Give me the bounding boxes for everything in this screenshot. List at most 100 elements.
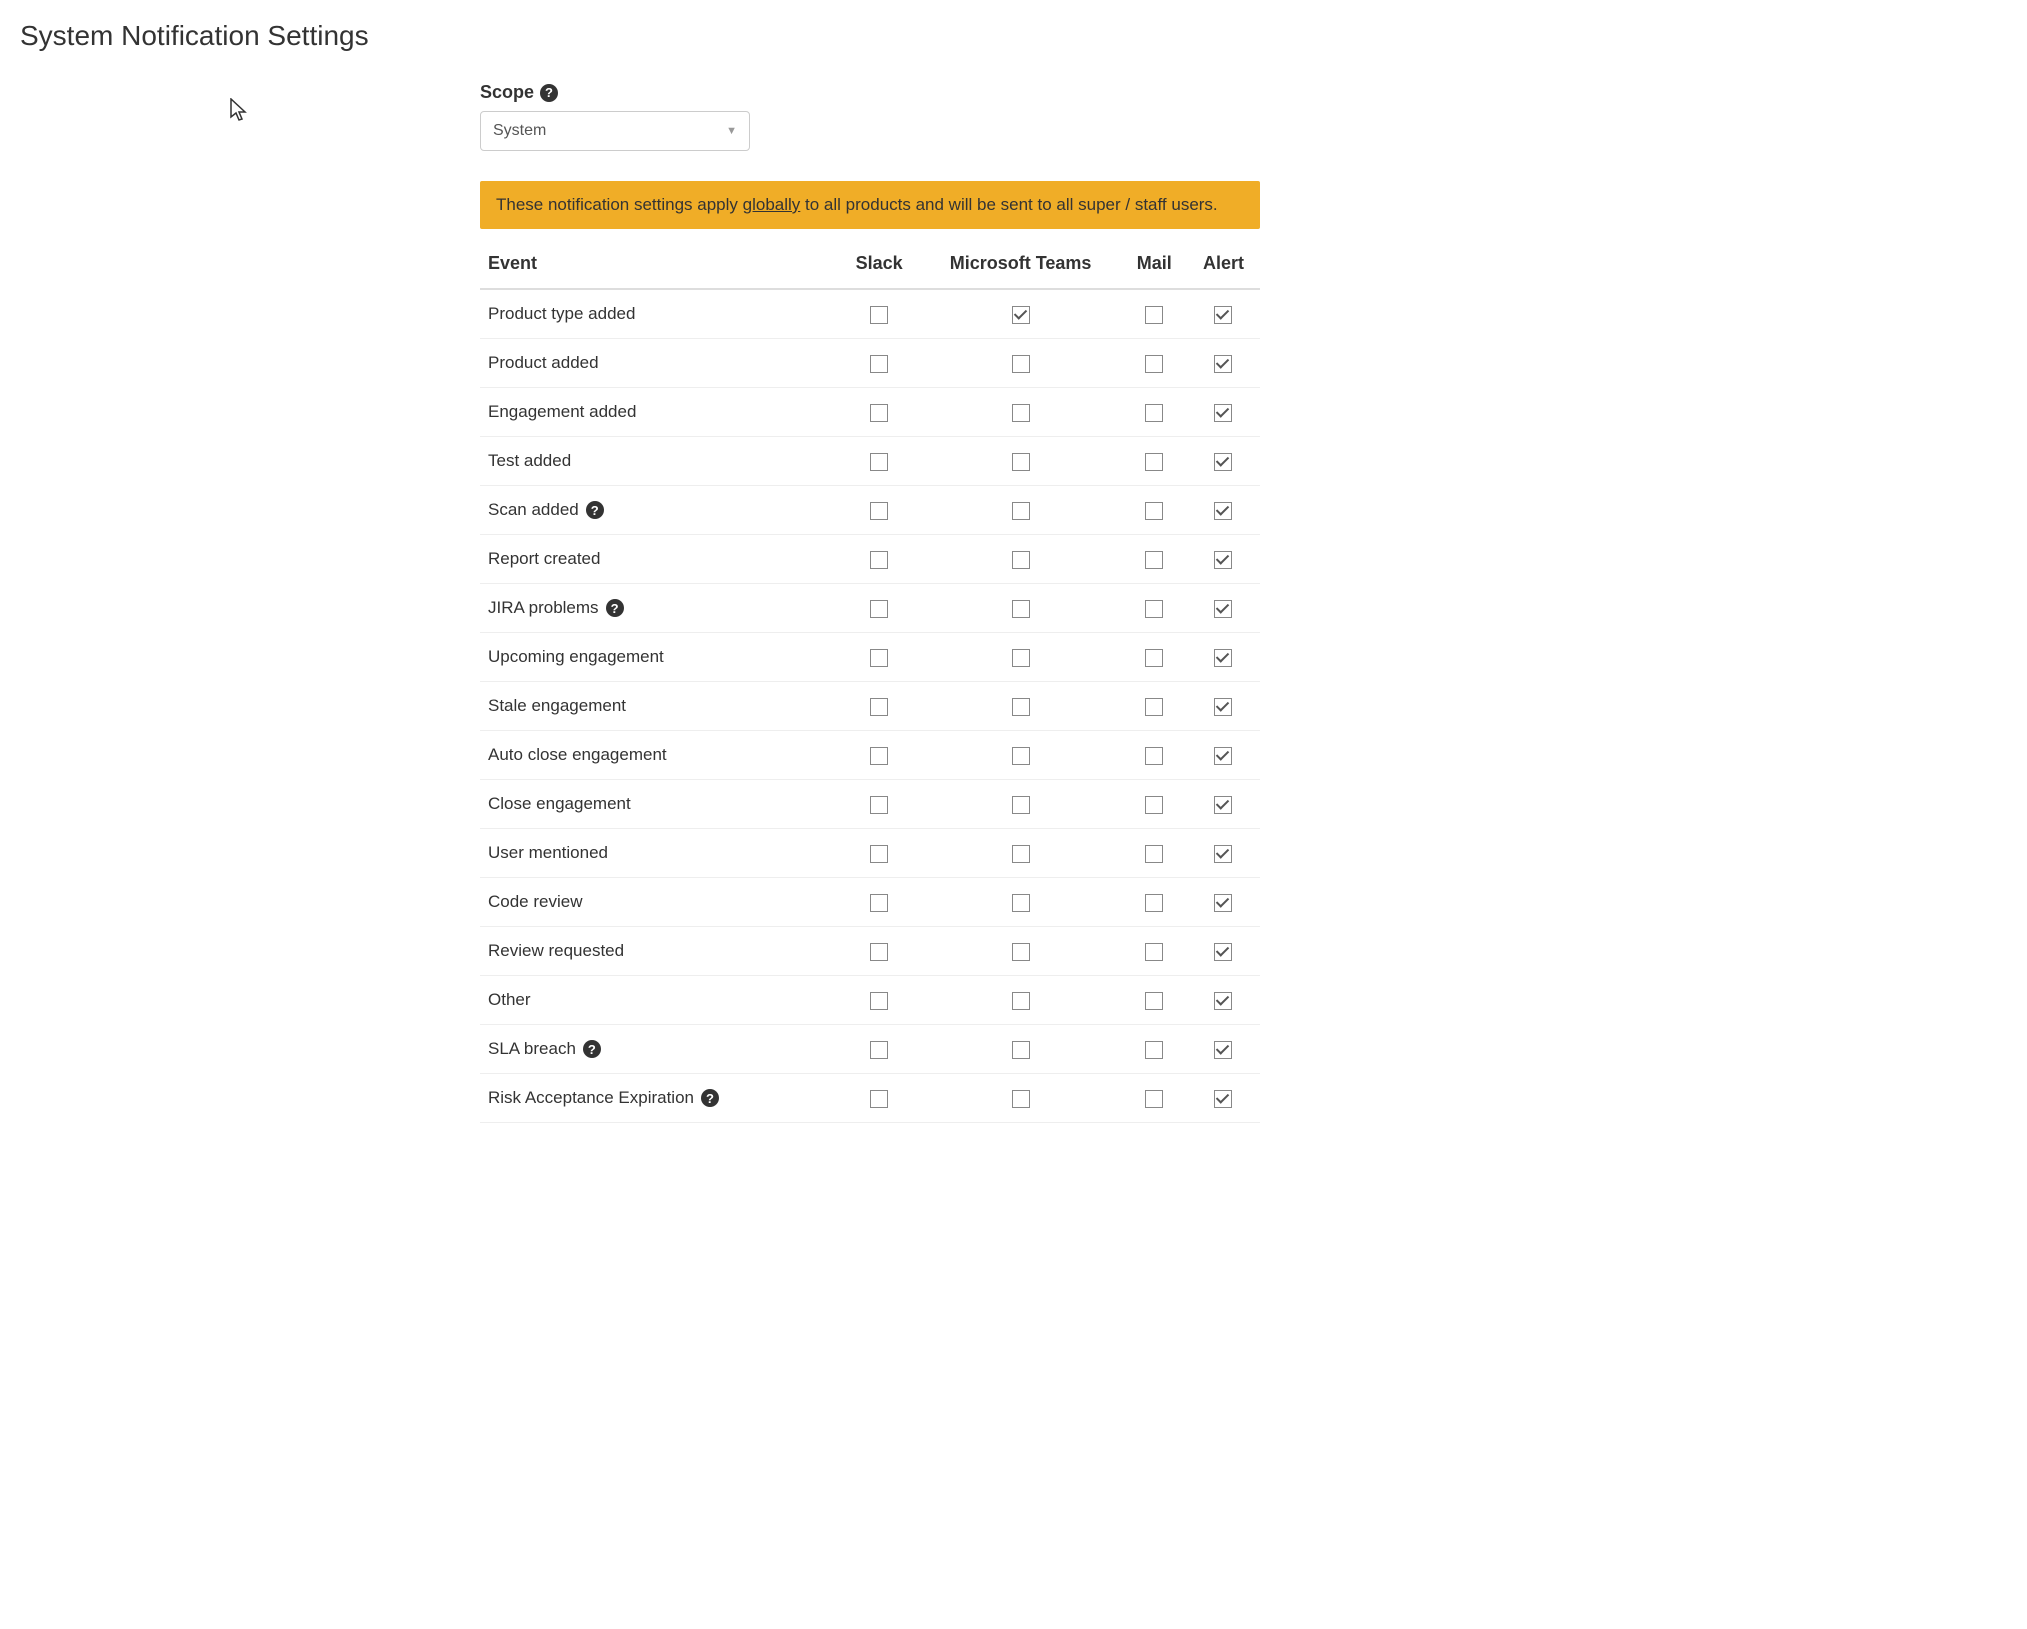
checkbox-alert[interactable]	[1214, 845, 1232, 863]
checkbox-teams[interactable]	[1012, 600, 1030, 618]
checkbox-alert[interactable]	[1214, 796, 1232, 814]
check-cell-alert	[1187, 878, 1260, 927]
checkbox-alert[interactable]	[1214, 453, 1232, 471]
event-cell: Upcoming engagement	[480, 633, 839, 682]
event-help-icon[interactable]: ?	[606, 599, 624, 617]
checkbox-alert[interactable]	[1214, 306, 1232, 324]
checkbox-mail[interactable]	[1145, 992, 1163, 1010]
checkbox-slack[interactable]	[870, 502, 888, 520]
checkbox-slack[interactable]	[870, 747, 888, 765]
checkbox-mail[interactable]	[1145, 551, 1163, 569]
checkbox-teams[interactable]	[1012, 404, 1030, 422]
checkbox-mail[interactable]	[1145, 355, 1163, 373]
checkbox-mail[interactable]	[1145, 600, 1163, 618]
checkbox-teams[interactable]	[1012, 453, 1030, 471]
checkbox-slack[interactable]	[870, 796, 888, 814]
check-cell-mail	[1122, 682, 1187, 731]
scope-help-icon[interactable]: ?	[540, 84, 558, 102]
checkbox-slack[interactable]	[870, 1041, 888, 1059]
checkbox-mail[interactable]	[1145, 404, 1163, 422]
checkbox-slack[interactable]	[870, 453, 888, 471]
table-row: Product type added	[480, 289, 1260, 339]
checkbox-slack[interactable]	[870, 943, 888, 961]
checkbox-mail[interactable]	[1145, 649, 1163, 667]
check-cell-mail	[1122, 289, 1187, 339]
event-label: SLA breach	[488, 1039, 576, 1059]
checkbox-teams[interactable]	[1012, 992, 1030, 1010]
checkbox-mail[interactable]	[1145, 943, 1163, 961]
checkbox-mail[interactable]	[1145, 796, 1163, 814]
checkbox-mail[interactable]	[1145, 1041, 1163, 1059]
checkbox-mail[interactable]	[1145, 698, 1163, 716]
checkbox-teams[interactable]	[1012, 894, 1030, 912]
checkbox-alert[interactable]	[1214, 551, 1232, 569]
checkbox-teams[interactable]	[1012, 306, 1030, 324]
checkbox-teams[interactable]	[1012, 796, 1030, 814]
checkbox-teams[interactable]	[1012, 698, 1030, 716]
checkbox-alert[interactable]	[1214, 698, 1232, 716]
chevron-down-icon: ▼	[726, 125, 737, 137]
checkbox-mail[interactable]	[1145, 747, 1163, 765]
check-cell-slack	[839, 682, 920, 731]
checkbox-slack[interactable]	[870, 894, 888, 912]
checkbox-teams[interactable]	[1012, 1090, 1030, 1108]
checkbox-slack[interactable]	[870, 698, 888, 716]
checkbox-teams[interactable]	[1012, 649, 1030, 667]
banner-text-suffix: to all products and will be sent to all …	[800, 195, 1217, 214]
checkbox-alert[interactable]	[1214, 894, 1232, 912]
checkbox-slack[interactable]	[870, 992, 888, 1010]
checkbox-teams[interactable]	[1012, 551, 1030, 569]
checkbox-slack[interactable]	[870, 355, 888, 373]
checkbox-slack[interactable]	[870, 551, 888, 569]
checkbox-teams[interactable]	[1012, 1041, 1030, 1059]
checkbox-teams[interactable]	[1012, 502, 1030, 520]
check-cell-teams	[920, 535, 1122, 584]
checkbox-teams[interactable]	[1012, 943, 1030, 961]
checkbox-mail[interactable]	[1145, 502, 1163, 520]
check-cell-mail	[1122, 780, 1187, 829]
checkbox-mail[interactable]	[1145, 894, 1163, 912]
checkbox-slack[interactable]	[870, 600, 888, 618]
checkbox-teams[interactable]	[1012, 355, 1030, 373]
checkbox-mail[interactable]	[1145, 453, 1163, 471]
cursor-icon	[230, 98, 250, 124]
event-cell: Auto close engagement	[480, 731, 839, 780]
check-cell-alert	[1187, 388, 1260, 437]
checkbox-mail[interactable]	[1145, 845, 1163, 863]
checkbox-alert[interactable]	[1214, 1041, 1232, 1059]
checkbox-alert[interactable]	[1214, 502, 1232, 520]
table-row: Scan added?	[480, 486, 1260, 535]
check-cell-mail	[1122, 339, 1187, 388]
checkbox-slack[interactable]	[870, 306, 888, 324]
checkbox-alert[interactable]	[1214, 404, 1232, 422]
check-cell-teams	[920, 780, 1122, 829]
scope-select[interactable]: System ▼	[480, 111, 750, 151]
checkbox-slack[interactable]	[870, 404, 888, 422]
checkbox-alert[interactable]	[1214, 355, 1232, 373]
checkbox-alert[interactable]	[1214, 943, 1232, 961]
checkbox-alert[interactable]	[1214, 649, 1232, 667]
table-row: Product added	[480, 339, 1260, 388]
check-cell-mail	[1122, 535, 1187, 584]
checkbox-teams[interactable]	[1012, 845, 1030, 863]
check-cell-teams	[920, 437, 1122, 486]
table-row: Stale engagement	[480, 682, 1260, 731]
checkbox-slack[interactable]	[870, 649, 888, 667]
event-help-icon[interactable]: ?	[583, 1040, 601, 1058]
checkbox-slack[interactable]	[870, 845, 888, 863]
checkbox-alert[interactable]	[1214, 992, 1232, 1010]
checkbox-teams[interactable]	[1012, 747, 1030, 765]
global-scope-banner: These notification settings apply global…	[480, 181, 1260, 229]
table-row: Upcoming engagement	[480, 633, 1260, 682]
check-cell-teams	[920, 731, 1122, 780]
checkbox-mail[interactable]	[1145, 306, 1163, 324]
checkbox-mail[interactable]	[1145, 1090, 1163, 1108]
event-help-icon[interactable]: ?	[586, 501, 604, 519]
checkbox-alert[interactable]	[1214, 600, 1232, 618]
event-cell: Engagement added	[480, 388, 839, 437]
checkbox-alert[interactable]	[1214, 747, 1232, 765]
event-label: Risk Acceptance Expiration	[488, 1088, 694, 1108]
checkbox-alert[interactable]	[1214, 1090, 1232, 1108]
checkbox-slack[interactable]	[870, 1090, 888, 1108]
event-help-icon[interactable]: ?	[701, 1089, 719, 1107]
